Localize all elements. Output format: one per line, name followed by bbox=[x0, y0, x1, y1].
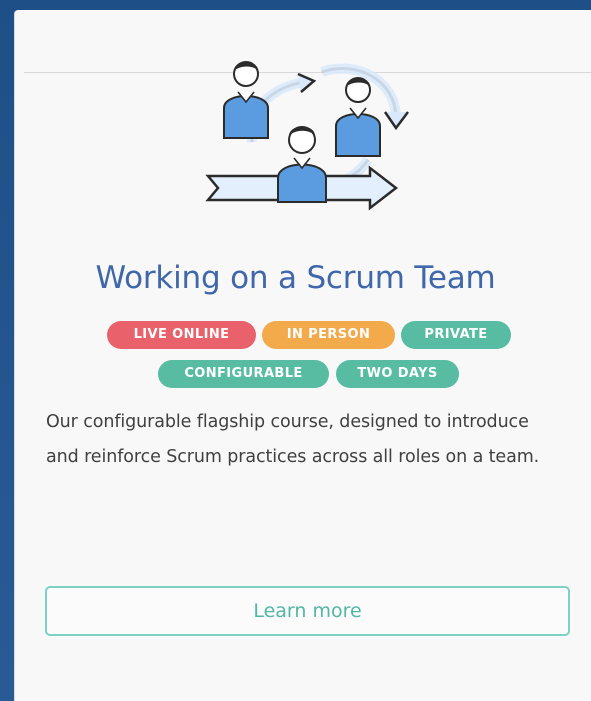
learn-more-button[interactable]: Learn more bbox=[45, 586, 570, 636]
tag-in-person: IN PERSON bbox=[262, 321, 395, 349]
tag-live-online: LIVE ONLINE bbox=[107, 321, 256, 349]
scrum-team-cycle-icon bbox=[205, 61, 409, 211]
course-title: Working on a Scrum Team bbox=[95, 260, 496, 296]
tag-private: PRIVATE bbox=[401, 321, 511, 349]
tag-configurable: CONFIGURABLE bbox=[158, 360, 329, 388]
page-background: Working on a Scrum Team LIVE ONLINE IN P… bbox=[0, 0, 591, 701]
tag-two-days: TWO DAYS bbox=[336, 360, 459, 388]
course-description: Our configurable flagship course, design… bbox=[46, 412, 540, 467]
